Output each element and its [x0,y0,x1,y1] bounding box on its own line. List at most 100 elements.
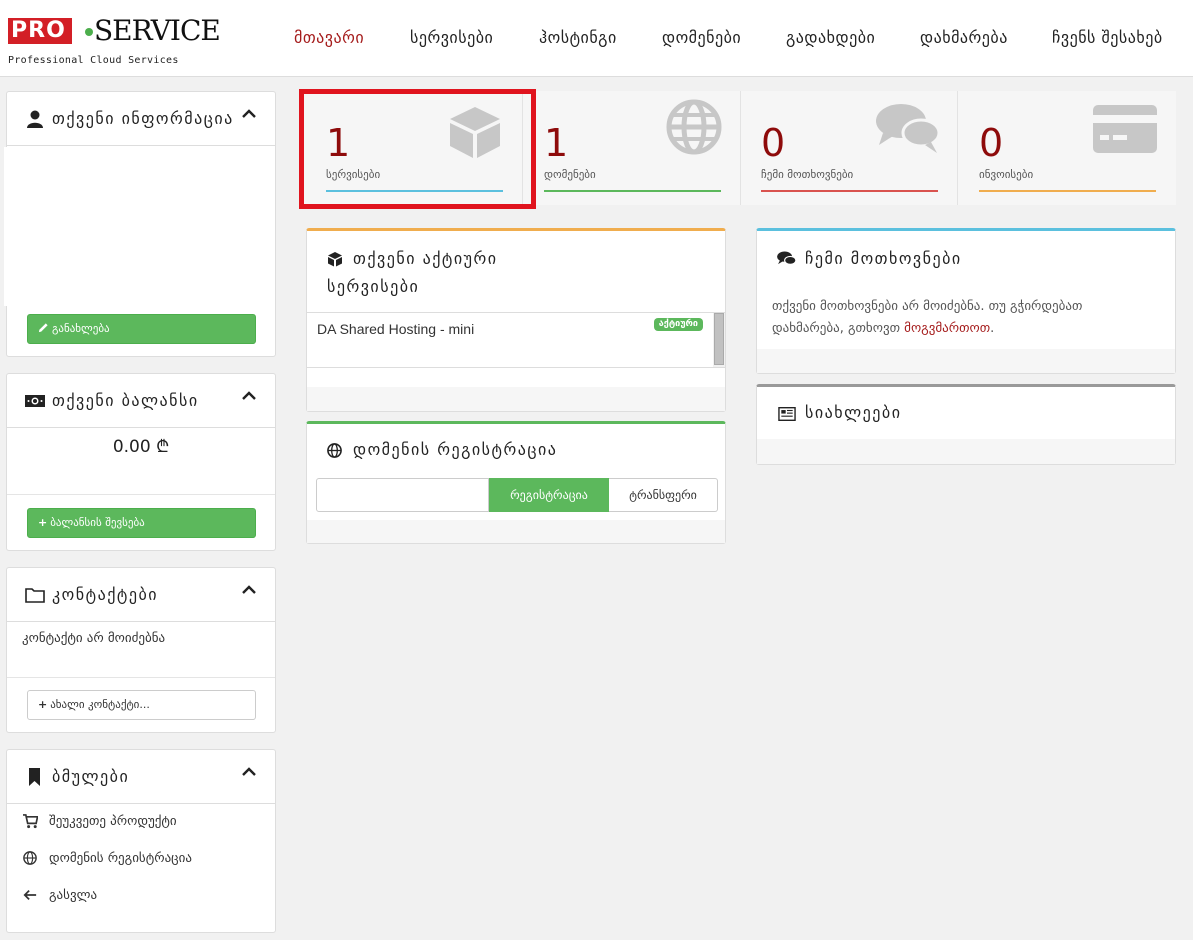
tickets-text-tail: . [990,321,995,336]
bookmark-order-product-label: შეუკვეთე პროდუქტი [49,814,177,829]
folder-icon [25,588,45,603]
plus-icon: + [38,698,48,711]
balance-panel: თქვენი ბალანსი 0.00 ₾ + ბალანსის შევსება [6,373,276,551]
chevron-up-icon[interactable] [241,764,257,780]
proservice-logo[interactable]: PRO SERVICE Professional Cloud Services [8,14,221,68]
logo-pro: PRO [8,18,72,44]
news-panel: სიახლეები [756,384,1176,465]
news-title: სიახლეები [805,403,902,422]
stat-invoices-label: ინვოისები [979,168,1034,181]
comments-icon [777,251,796,265]
cart-icon [23,814,38,829]
bookmarks-panel-header[interactable]: ბმულები [7,750,275,804]
bookmark-icon [29,768,40,786]
divider [307,367,725,368]
newspaper-icon [778,407,796,421]
bookmarks-panel-title: ბმულები [52,767,130,786]
logo-tagline: Professional Cloud Services [8,55,179,66]
balance-panel-title: თქვენი ბალანსი [52,391,199,410]
stat-invoices-bar [979,190,1156,192]
domain-search-input[interactable] [316,478,489,512]
info-content-area [4,147,275,306]
topup-balance-button[interactable]: + ბალანსის შევსება [27,508,256,538]
pencil-icon [38,323,48,333]
domain-register-panel: დომენის რეგისტრაცია რეგისტრაცია ტრანსფერ… [306,421,726,544]
credit-card-icon [1093,105,1157,153]
nav-services[interactable]: სერვისები [410,26,493,50]
stat-tickets[interactable]: 0 ჩემი მოთხოვნები [735,91,957,205]
stat-domains-bar [544,190,721,192]
tickets-empty-text: თქვენი მოთხოვნები არ მოიძებნა. თუ გჭირდე… [772,296,1082,340]
cube-icon [328,252,342,267]
tickets-panel: ჩემი მოთხოვნები თქვენი მოთხოვნები არ მოი… [756,228,1176,374]
status-badge: აქტიური [653,318,703,331]
money-icon [25,395,45,407]
contacts-panel-header[interactable]: კონტაქტები [7,568,275,622]
tickets-empty-text-line2: დახმარება, გთხოვთ [772,321,901,336]
user-icon [27,110,43,128]
new-contact-button[interactable]: + ახალი კონტაქტი... [27,690,256,720]
logo-service: SERVICE [94,14,221,47]
tickets-empty-text-line1: თქვენი მოთხოვნები არ მოიძებნა. თუ გჭირდე… [772,299,1083,314]
stat-domains-label: დომენები [544,168,596,181]
stat-invoices-value: 0 [979,121,1004,165]
info-panel-header[interactable]: თქვენი ინფორმაცია [7,92,275,146]
bookmarks-panel: ბმულები შეუკვეთე პროდუქტი დომენის რეგისტ… [6,749,276,933]
scrollbar-thumb[interactable] [714,313,724,365]
service-list: DA Shared Hosting - mini აქტიური [307,313,725,367]
stat-domains-value: 1 [544,121,569,165]
nav-payments[interactable]: გადახდები [786,26,875,50]
stat-tickets-value: 0 [761,121,786,165]
bookmark-domain-register-label: დომენის რეგისტრაცია [49,851,192,866]
panel-footer [307,520,725,543]
domain-register-title: დომენის რეგისტრაცია [353,440,558,459]
update-info-button[interactable]: განახლება [27,314,256,344]
active-services-panel: თქვენი აქტიური სერვისები DA Shared Hosti… [306,228,726,412]
nav-help[interactable]: დახმარება [920,26,1008,50]
globe-icon [23,851,37,865]
divider [7,677,275,678]
stat-invoices[interactable]: 0 ინვოისები [953,91,1176,205]
active-services-title-line1: თქვენი აქტიური [353,249,498,268]
nav-about[interactable]: ჩვენს შესახებ [1052,26,1163,50]
stat-tickets-bar [761,190,938,192]
tickets-title: ჩემი მოთხოვნები [805,249,962,268]
logo-dot [85,28,93,36]
nav-hosting[interactable]: ჰოსტინგი [539,26,617,50]
new-contact-label: ახალი კონტაქტი... [50,698,150,711]
stat-domains[interactable]: 1 დომენები [518,91,740,205]
update-info-label: განახლება [52,322,110,335]
nav-home[interactable]: მთავარი [294,26,364,50]
chevron-up-icon[interactable] [241,388,257,404]
service-item[interactable]: DA Shared Hosting - mini აქტიური [307,313,713,367]
balance-panel-header[interactable]: თქვენი ბალანსი [7,374,275,428]
scrollbar-track[interactable] [713,313,725,367]
nav-domains[interactable]: დომენები [662,26,741,50]
info-panel-title: თქვენი ინფორმაცია [52,109,234,128]
topup-balance-label: ბალანსის შევსება [50,516,145,529]
globe-icon [327,443,342,458]
panel-footer [757,439,1175,464]
service-name: DA Shared Hosting - mini [317,321,475,337]
chevron-up-icon[interactable] [241,106,257,122]
chevron-up-icon[interactable] [241,582,257,598]
bookmark-logout-label: გასვლა [49,888,98,903]
panel-footer [757,349,1175,373]
contacts-panel: კონტაქტები კონტაქტი არ მოიძებნა + ახალი კ… [6,567,276,733]
panel-footer [307,387,725,411]
active-services-title-line2: სერვისები [327,277,420,296]
globe-icon [666,99,722,155]
plus-icon: + [38,516,48,529]
arrow-left-icon [23,890,37,900]
highlight-frame [299,89,536,209]
transfer-domain-button[interactable]: ტრანსფერი [609,478,718,512]
register-domain-button[interactable]: რეგისტრაცია [489,478,609,512]
contacts-empty-text: კონტაქტი არ მოიძებნა [22,631,166,646]
balance-amount: 0.00 ₾ [112,437,170,457]
comments-icon [876,104,941,153]
contact-us-link[interactable]: მოგვმართოთ [904,321,990,336]
info-panel: თქვენი ინფორმაცია განახლება [4,91,276,357]
contacts-panel-title: კონტაქტები [52,585,159,604]
divider [7,494,275,495]
stat-tickets-label: ჩემი მოთხოვნები [761,168,854,181]
